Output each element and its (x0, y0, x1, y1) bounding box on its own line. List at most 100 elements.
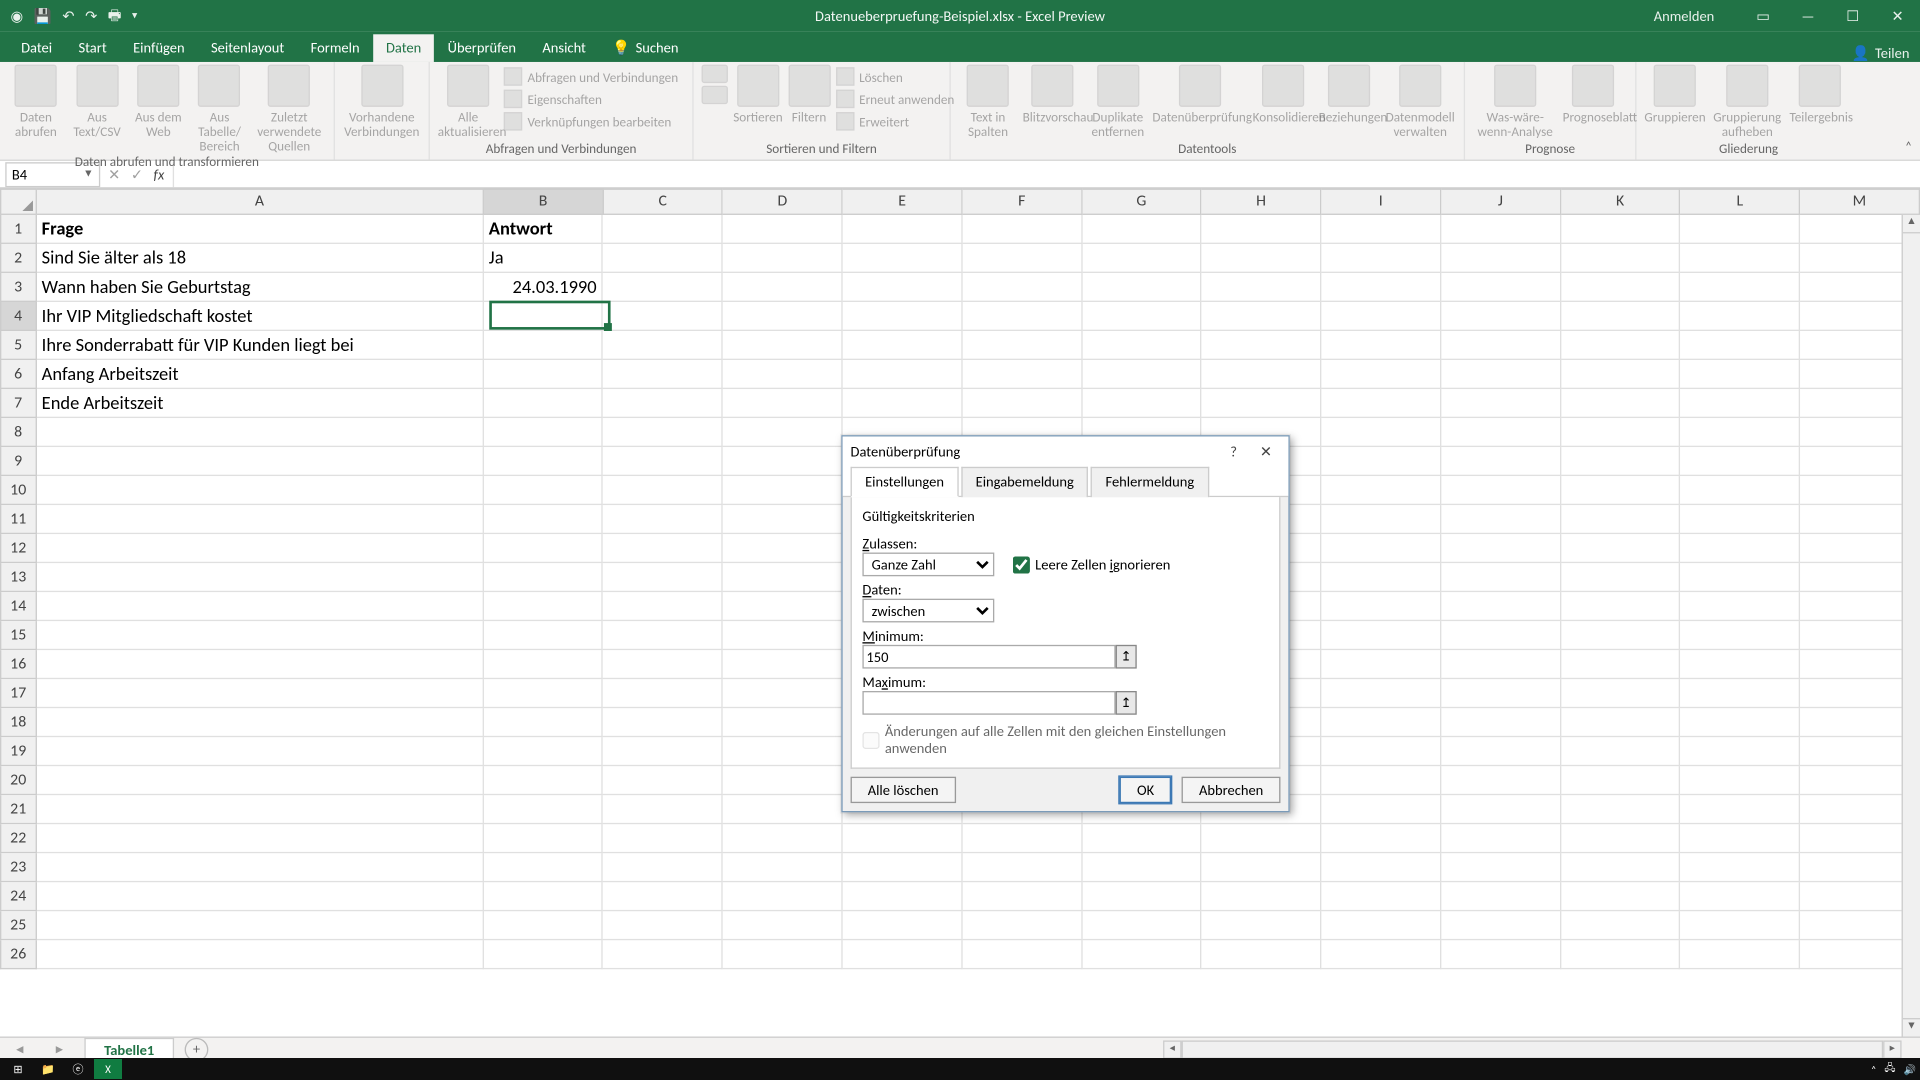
cell[interactable] (36, 650, 483, 679)
row-header[interactable]: 25 (0, 911, 36, 940)
cell[interactable] (484, 476, 604, 505)
cell[interactable] (962, 940, 1082, 969)
help-icon[interactable]: ? (1219, 442, 1248, 459)
cell[interactable] (1561, 505, 1681, 534)
cell[interactable] (1681, 563, 1801, 592)
cell[interactable] (603, 824, 723, 853)
cell[interactable] (603, 911, 723, 940)
cell[interactable] (1681, 650, 1801, 679)
cell[interactable] (843, 389, 963, 418)
tab-ueberpruefen[interactable]: Überprüfen (434, 34, 529, 62)
row-header[interactable]: 23 (0, 853, 36, 882)
tab-input-message[interactable]: Eingabemeldung (961, 467, 1088, 497)
cell[interactable] (1202, 911, 1322, 940)
cell[interactable] (603, 882, 723, 911)
tab-formeln[interactable]: Formeln (297, 34, 372, 62)
cell[interactable] (1322, 708, 1442, 737)
cell[interactable] (723, 505, 843, 534)
cell[interactable] (1082, 244, 1202, 273)
cell[interactable] (1441, 360, 1561, 389)
cell[interactable] (1082, 331, 1202, 360)
cell[interactable] (723, 737, 843, 766)
cell[interactable] (962, 882, 1082, 911)
cell[interactable] (962, 273, 1082, 302)
cell[interactable] (1441, 389, 1561, 418)
row-header[interactable]: 19 (0, 737, 36, 766)
row-header[interactable]: 24 (0, 882, 36, 911)
column-header[interactable]: E (843, 189, 963, 215)
cell[interactable]: 24.03.1990 (484, 273, 604, 302)
get-data-button[interactable]: Daten abrufen (8, 65, 64, 139)
cell[interactable] (1322, 882, 1442, 911)
cell[interactable] (723, 476, 843, 505)
cell[interactable] (484, 360, 604, 389)
cell[interactable] (1322, 940, 1442, 969)
cell[interactable] (603, 476, 723, 505)
cell[interactable] (1561, 360, 1681, 389)
cell[interactable] (1202, 244, 1322, 273)
cell[interactable] (1441, 476, 1561, 505)
cell[interactable] (843, 215, 963, 244)
cell[interactable] (484, 302, 604, 331)
flash-fill-button[interactable]: Blitzvorschau (1023, 65, 1084, 124)
row-header[interactable]: 16 (0, 650, 36, 679)
cell[interactable] (1561, 737, 1681, 766)
row-header[interactable]: 14 (0, 592, 36, 621)
qat-dropdown-icon[interactable]: ▾ (132, 9, 137, 22)
cell[interactable]: Ihr VIP Mitgliedschaft kostet (36, 302, 483, 331)
cell[interactable] (723, 302, 843, 331)
cell[interactable] (1322, 766, 1442, 795)
minimize-icon[interactable]: — (1786, 7, 1831, 24)
scroll-up-icon[interactable]: ▲ (1903, 215, 1920, 233)
cell[interactable] (603, 650, 723, 679)
cell[interactable] (1441, 302, 1561, 331)
row-header[interactable]: 4 (0, 302, 36, 331)
from-text-csv-button[interactable]: Aus Text/CSV (69, 65, 125, 139)
cell[interactable] (1322, 592, 1442, 621)
cell[interactable] (723, 679, 843, 708)
cell[interactable] (1561, 911, 1681, 940)
cell[interactable] (1681, 621, 1801, 650)
cell[interactable] (1561, 331, 1681, 360)
cell[interactable] (1441, 592, 1561, 621)
cell[interactable] (723, 708, 843, 737)
cell[interactable] (723, 534, 843, 563)
cell[interactable] (484, 766, 604, 795)
cell[interactable] (1561, 621, 1681, 650)
cell[interactable] (1561, 418, 1681, 447)
row-header[interactable]: 26 (0, 940, 36, 969)
cell[interactable] (1441, 708, 1561, 737)
cell[interactable] (723, 882, 843, 911)
cell[interactable] (1561, 447, 1681, 476)
cell[interactable]: Ende Arbeitszeit (36, 389, 483, 418)
ok-button[interactable]: OK (1120, 777, 1171, 803)
cell[interactable] (36, 534, 483, 563)
cell[interactable] (723, 563, 843, 592)
cell[interactable] (603, 795, 723, 824)
sort-button[interactable]: Sortieren (733, 65, 782, 124)
consolidate-button[interactable]: Konsolidieren (1253, 65, 1314, 124)
cell[interactable] (1681, 389, 1801, 418)
cell[interactable] (484, 940, 604, 969)
cell[interactable] (1441, 244, 1561, 273)
cell[interactable] (723, 215, 843, 244)
explorer-icon[interactable]: 📁 (34, 1059, 62, 1079)
cell[interactable] (36, 563, 483, 592)
cell[interactable] (1322, 331, 1442, 360)
cell[interactable] (1561, 592, 1681, 621)
cell[interactable] (36, 505, 483, 534)
minimum-input[interactable] (862, 645, 1115, 669)
maximum-input[interactable] (862, 691, 1115, 715)
cell[interactable] (723, 592, 843, 621)
cell[interactable] (723, 447, 843, 476)
cell[interactable] (1441, 679, 1561, 708)
cell[interactable] (723, 911, 843, 940)
scroll-left-icon[interactable]: ◂ (1163, 1040, 1181, 1058)
cell[interactable] (603, 389, 723, 418)
cell[interactable] (1681, 302, 1801, 331)
row-header[interactable]: 3 (0, 273, 36, 302)
cell[interactable] (484, 824, 604, 853)
cell[interactable] (1322, 505, 1442, 534)
tab-start[interactable]: Start (65, 34, 120, 62)
cell[interactable] (1441, 563, 1561, 592)
